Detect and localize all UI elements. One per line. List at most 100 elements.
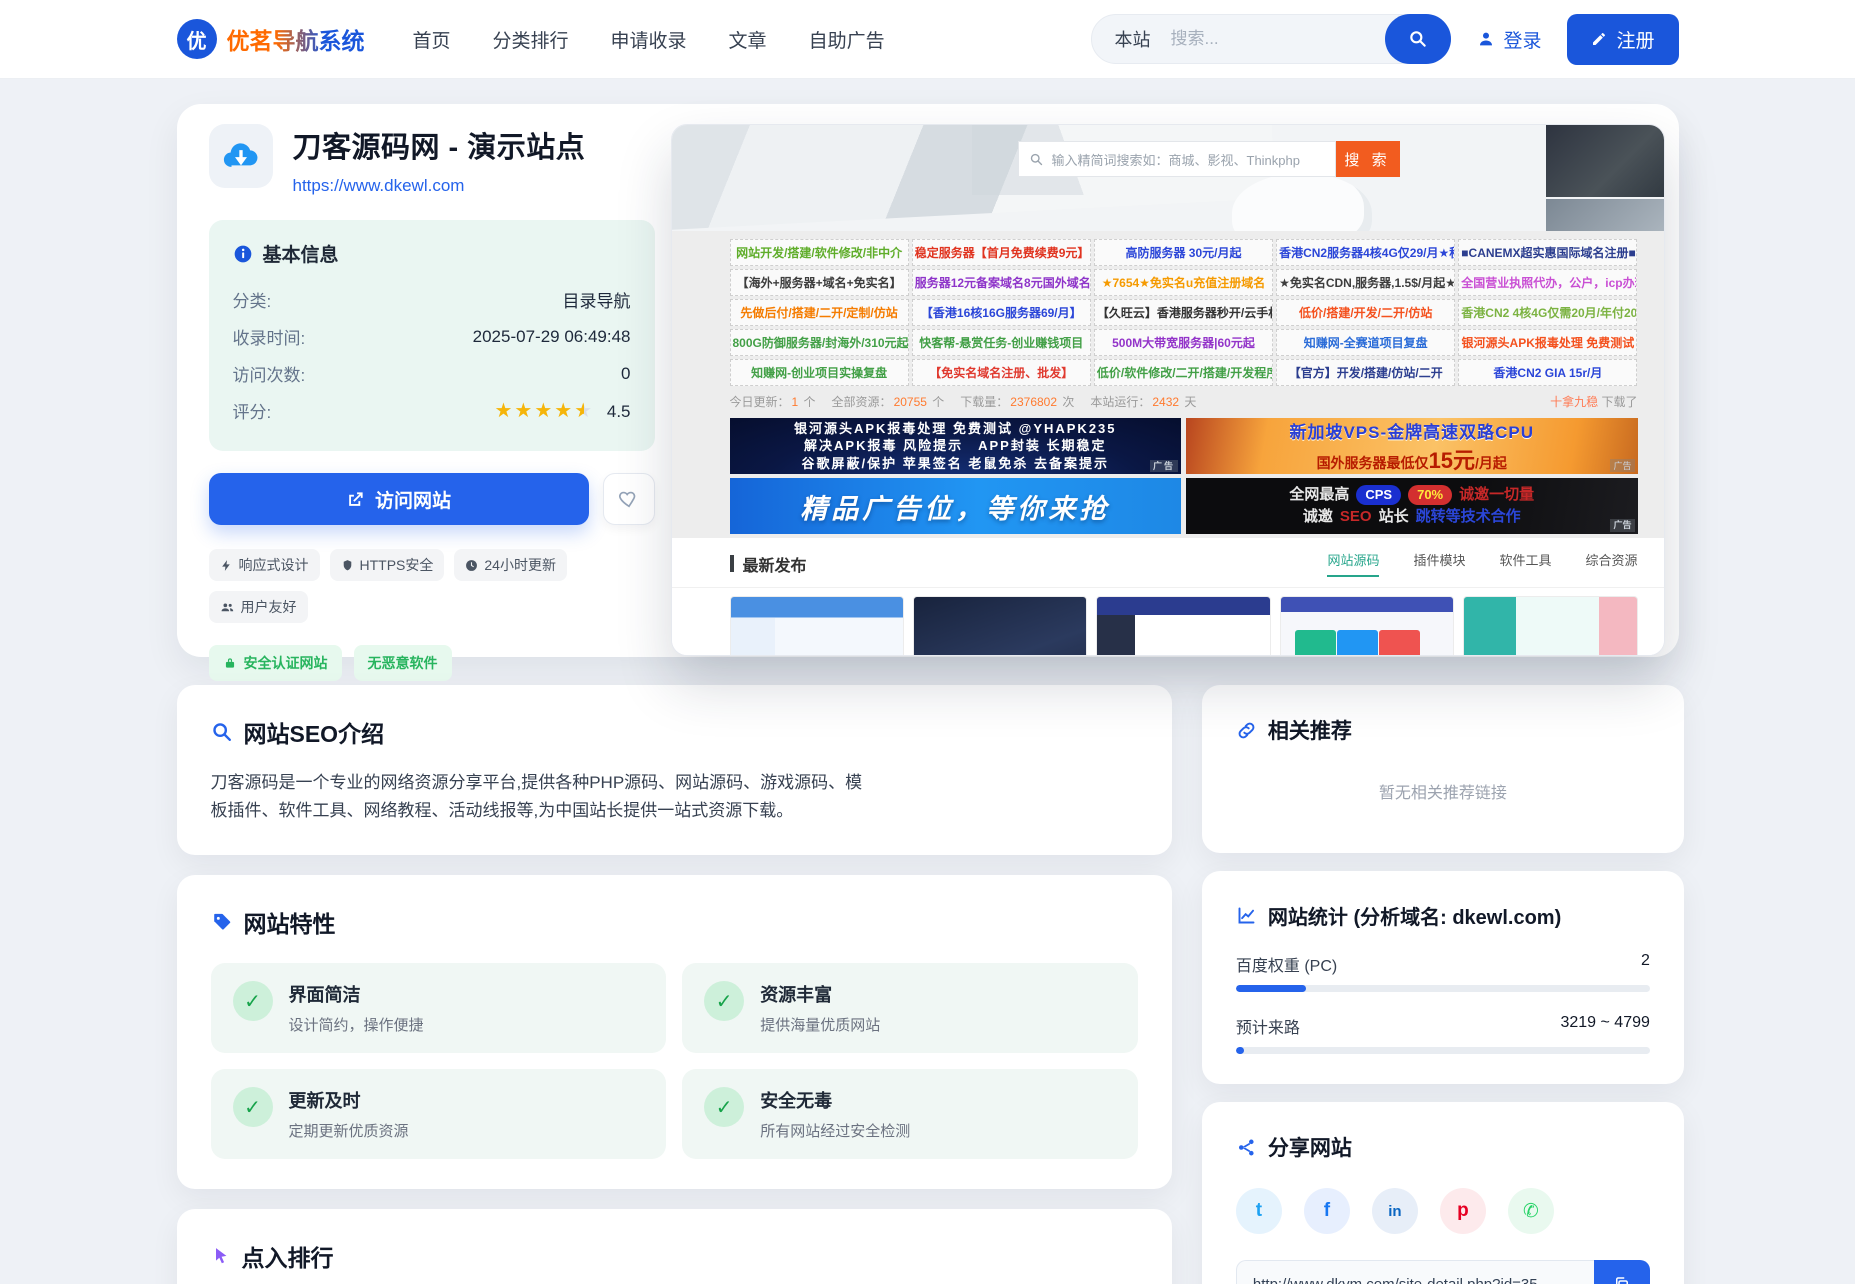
link-icon [1236, 720, 1257, 741]
stat-row-baidu: 百度权重 (PC) 2 [1236, 952, 1650, 976]
preview-ad-link: 香港CN2 GIA 15r/月 [1458, 359, 1637, 386]
share-icon [1236, 1137, 1257, 1158]
menu-item-self-ads[interactable]: 自助广告 [809, 26, 885, 53]
preview-search-button: 搜 索 [1336, 141, 1400, 177]
included-label: 收录时间: [233, 324, 306, 349]
preview-ad-link: ★免实名CDN,服务器,1.5$/月起★ [1276, 269, 1455, 296]
basic-info-title: 基本信息 [263, 240, 339, 267]
related-title: 相关推荐 [1268, 715, 1352, 745]
preview-ad-link: 快客帮-悬赏任务-创业赚钱项目 [912, 329, 1091, 356]
share-twitter-button[interactable]: t [1236, 1188, 1282, 1234]
top-navbar: 优 优茗导航系统 首页 分类排行 申请收录 文章 自助广告 本站 登录 [0, 0, 1855, 78]
tag-24h: 24小时更新 [454, 549, 567, 581]
preview-ad-link: 知赚网-全赛道项目复盘 [1276, 329, 1455, 356]
stat-row-traffic: 预计来路 3219 ~ 4799 [1236, 1014, 1650, 1038]
preview-ad-link: ★7654★免实名u充值注册域名 [1094, 269, 1273, 296]
preview-ad-link: 稳定服务器【首月免费续费9元】 [912, 239, 1091, 266]
share-linkedin-button[interactable]: in [1372, 1188, 1418, 1234]
info-row-rating: 评分: ★★★★★ 4.5 [233, 392, 631, 429]
badge-no-malware: 无恶意软件 [354, 645, 452, 681]
preview-ad-link: 【免实名域名注册、批发】 [912, 359, 1091, 386]
preview-ad-link: 【海外+服务器+域名+免实名】 [730, 269, 909, 296]
related-card: 相关推荐 暂无相关推荐链接 [1202, 685, 1684, 853]
site-stats-card: 网站统计 (分析域名: dkewl.com) 百度权重 (PC) 2 预计来路 … [1202, 871, 1684, 1084]
search-icon [211, 721, 233, 743]
page-title: 刀客源码网 - 演示站点 [293, 124, 586, 166]
seo-title: 网站SEO介绍 [244, 715, 385, 749]
check-icon: ✓ [704, 1087, 744, 1127]
preview-ad-link: 知赚网-创业项目实操复盘 [730, 359, 909, 386]
brand-logo: 优 [177, 19, 217, 59]
stat-bar [1236, 1047, 1650, 1054]
favorite-button[interactable] [603, 473, 655, 525]
whatsapp-icon: ✆ [1523, 1200, 1539, 1223]
share-facebook-button[interactable]: f [1304, 1188, 1350, 1234]
related-empty-text: 暂无相关推荐链接 [1236, 745, 1650, 823]
preview-banner-adslot: 精品广告位，等你来抢 [730, 478, 1182, 534]
chart-icon [1236, 905, 1257, 926]
preview-thumbnail [1096, 596, 1270, 656]
feature-item: ✓ 资源丰富提供海量优质网站 [682, 963, 1138, 1053]
check-icon: ✓ [233, 981, 273, 1021]
ad-tag: 广告 [1610, 459, 1634, 472]
tag-https: HTTPS安全 [330, 549, 445, 581]
register-button[interactable]: 注册 [1567, 14, 1678, 65]
info-icon [233, 244, 253, 264]
features-title: 网站特性 [244, 905, 336, 939]
preview-ad-link: 全国营业执照代办，公户，icp办理 [1458, 269, 1637, 296]
copy-icon [1613, 1275, 1631, 1284]
menu-item-category-rank[interactable]: 分类排行 [493, 26, 569, 53]
menu-item-articles[interactable]: 文章 [729, 26, 767, 53]
info-row-included: 收录时间: 2025-07-29 06:49:48 [233, 318, 631, 355]
users-icon [220, 601, 235, 614]
preview-thumbnails: 刀客API管理 [672, 588, 1664, 656]
preview-ad-link: 香港CN2服务器4核4G仅29/月★秒开 [1276, 239, 1455, 266]
preview-header: 输入精简词搜索如：商城、影视、Thinkphp 搜 索 [672, 125, 1664, 231]
preview-banner-cps: 全网最高CPS70%诚邀一切量 诚邀SEO站长跳转等技术合作 广告 [1186, 478, 1638, 534]
preview-thumbnail [1280, 596, 1454, 656]
search-button[interactable] [1385, 14, 1451, 64]
preview-ad-link: 先做后付/搭建/二开/定制/仿站 [730, 299, 909, 326]
brand-name: 优茗导航系统 [227, 22, 365, 56]
shield-icon [341, 559, 354, 572]
latest-download-note: 十拿九稳 下载了 [1550, 393, 1637, 410]
rating-label: 评分: [233, 398, 272, 423]
user-icon [1477, 30, 1495, 48]
security-badges: 安全认证网站 无恶意软件 [209, 645, 655, 681]
visit-site-button[interactable]: 访问网站 [209, 473, 589, 525]
login-button[interactable]: 登录 [1477, 26, 1541, 53]
heart-icon [618, 488, 640, 510]
login-label: 登录 [1503, 26, 1541, 53]
preview-corner-image [1546, 199, 1664, 231]
menu-item-apply[interactable]: 申请收录 [611, 26, 687, 53]
preview-search-placeholder: 输入精简词搜索如：商城、影视、Thinkphp [1052, 150, 1300, 169]
search-input[interactable] [1170, 29, 1385, 49]
badge-safe-certified: 安全认证网站 [209, 645, 342, 681]
external-link-icon [346, 490, 365, 509]
preview-ad-link: 银河源头APK报毒处理 免费测试 [1458, 329, 1637, 356]
share-url-input[interactable] [1236, 1260, 1594, 1284]
preview-tab-tools: 软件工具 [1499, 550, 1551, 577]
clock-icon [465, 559, 478, 572]
tag-icon [211, 911, 233, 933]
tag-label: 用户友好 [241, 597, 297, 617]
share-whatsapp-button[interactable]: ✆ [1508, 1188, 1554, 1234]
lightning-icon [220, 559, 233, 572]
site-url-link[interactable]: https://www.dkewl.com [293, 176, 586, 196]
site-preview-screenshot[interactable]: 输入精简词搜索如：商城、影视、Thinkphp 搜 索 网站开发/搭建/软件修改… [671, 124, 1665, 656]
preview-ad-link: 低价/软件修改/二开/搭建/开发程序 [1094, 359, 1273, 386]
badge-label: 安全认证网站 [244, 653, 328, 673]
preview-thumbnail [1463, 596, 1637, 656]
seo-intro-card: 网站SEO介绍 刀客源码是一个专业的网络资源分享平台,提供各种PHP源码、网站源… [177, 685, 1172, 855]
rating-stars: ★★★★★ [494, 400, 594, 422]
click-ranking-card: 点入排行 刀客源码网 -... 刀客源码源码测... ITPUB博客... [177, 1209, 1172, 1284]
latest-title: 最新发布 [743, 552, 807, 576]
copy-url-button[interactable] [1594, 1260, 1650, 1284]
menu-item-home[interactable]: 首页 [413, 26, 451, 53]
cursor-icon [211, 1245, 231, 1267]
rating-value: 4.5 [607, 402, 631, 421]
search-scope-select[interactable]: 本站 [1114, 26, 1150, 52]
share-pinterest-button[interactable]: p [1440, 1188, 1486, 1234]
preview-thumbnail [730, 596, 904, 656]
preview-ad-links: 网站开发/搭建/软件修改/非中介 稳定服务器【首月免费续费9元】 高防服务器 3… [672, 231, 1664, 390]
